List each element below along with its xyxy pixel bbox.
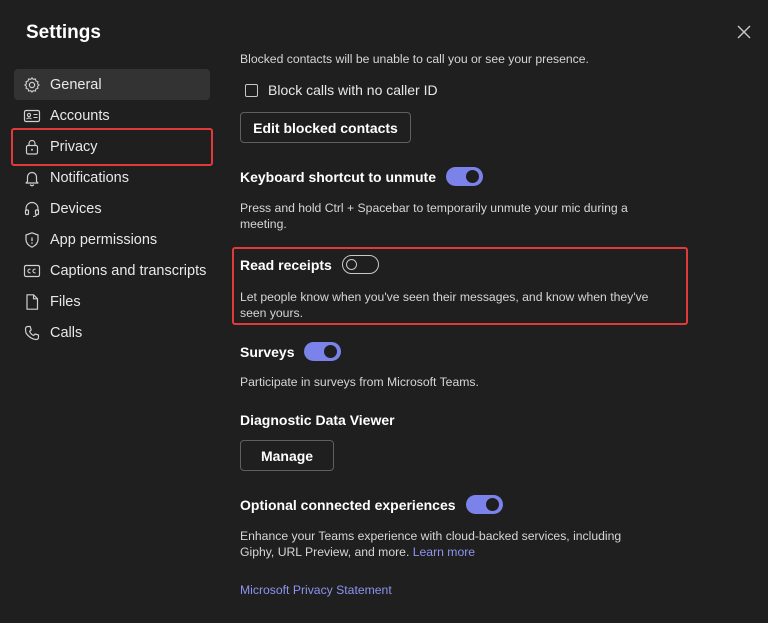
cc-icon <box>23 262 41 280</box>
sidebar-item-label: Calls <box>50 324 83 341</box>
phone-icon <box>23 324 41 342</box>
settings-sidebar: General Accounts Privacy Notifications D… <box>14 69 210 348</box>
privacy-statement-link[interactable]: Microsoft Privacy Statement <box>240 582 392 598</box>
page-title: Settings <box>26 22 101 43</box>
blocked-contacts-description: Blocked contacts will be unable to call … <box>240 52 589 66</box>
close-icon <box>737 25 751 39</box>
read-receipts-desc-line2: seen yours. <box>240 306 304 320</box>
optional-experiences-description: Enhance your Teams experience with cloud… <box>240 528 621 560</box>
sidebar-item-accounts[interactable]: Accounts <box>14 100 210 131</box>
shield-icon <box>23 231 41 249</box>
learn-more-link[interactable]: Learn more <box>413 545 475 559</box>
block-no-caller-id-label: Block calls with no caller ID <box>268 82 438 98</box>
diagnostic-data-viewer-heading: Diagnostic Data Viewer <box>240 412 395 428</box>
optional-experiences-row: Optional connected experiences <box>240 495 503 514</box>
keyboard-shortcut-desc-line1: Press and hold Ctrl + Spacebar to tempor… <box>240 201 628 215</box>
sidebar-item-label: Notifications <box>50 169 129 186</box>
surveys-toggle[interactable] <box>304 342 342 361</box>
keyboard-shortcut-heading: Keyboard shortcut to unmute <box>240 168 437 185</box>
sidebar-item-label: App permissions <box>50 231 158 248</box>
read-receipts-desc-line1: Let people know when you've seen their m… <box>240 290 649 304</box>
sidebar-item-calls[interactable]: Calls <box>14 317 210 348</box>
surveys-row: Surveys <box>240 342 342 361</box>
sidebar-item-notifications[interactable]: Notifications <box>14 162 210 193</box>
file-icon <box>23 293 41 311</box>
toggle-knob <box>466 170 480 183</box>
keyboard-shortcut-desc-line2: meeting. <box>240 217 287 231</box>
optional-desc-line1: Enhance your Teams experience with cloud… <box>240 529 622 543</box>
sidebar-item-general[interactable]: General <box>14 69 210 100</box>
surveys-heading: Surveys <box>240 343 295 360</box>
read-receipts-description: Let people know when you've seen their m… <box>240 289 648 321</box>
sidebar-item-label: Privacy <box>50 138 98 155</box>
sidebar-item-captions[interactable]: Captions and transcripts <box>14 255 210 286</box>
sidebar-item-label: Captions and transcripts <box>50 262 207 279</box>
sidebar-item-label: Accounts <box>50 107 110 124</box>
sidebar-item-files[interactable]: Files <box>14 286 210 317</box>
sidebar-item-app-permissions[interactable]: App permissions <box>14 224 210 255</box>
sidebar-item-label: Devices <box>50 200 102 217</box>
edit-blocked-contacts-button[interactable]: Edit blocked contacts <box>240 112 411 143</box>
bell-icon <box>23 169 41 187</box>
headset-icon <box>23 200 41 218</box>
read-receipts-heading: Read receipts <box>240 256 332 273</box>
toggle-knob <box>485 498 499 511</box>
read-receipts-toggle[interactable] <box>341 255 379 274</box>
read-receipts-row: Read receipts <box>240 255 379 274</box>
optional-experiences-toggle[interactable] <box>465 495 503 514</box>
id-card-icon <box>23 107 41 125</box>
surveys-description: Participate in surveys from Microsoft Te… <box>240 375 479 389</box>
optional-desc-line2-text: Giphy, URL Preview, and more. <box>240 545 410 559</box>
block-no-caller-id-checkbox[interactable] <box>245 83 258 97</box>
manage-button[interactable]: Manage <box>240 440 334 471</box>
keyboard-shortcut-description: Press and hold Ctrl + Spacebar to tempor… <box>240 200 628 232</box>
block-no-caller-id-row[interactable]: Block calls with no caller ID <box>245 82 438 98</box>
sidebar-item-label: Files <box>50 293 81 310</box>
sidebar-item-devices[interactable]: Devices <box>14 193 210 224</box>
optional-desc-line2: Giphy, URL Preview, and more. Learn more <box>240 544 621 560</box>
keyboard-shortcut-row: Keyboard shortcut to unmute <box>240 167 484 186</box>
toggle-knob <box>345 258 357 270</box>
keyboard-shortcut-toggle[interactable] <box>446 167 484 186</box>
toggle-knob <box>324 345 338 358</box>
optional-experiences-heading: Optional connected experiences <box>240 496 456 513</box>
sidebar-item-privacy[interactable]: Privacy <box>14 131 210 162</box>
sidebar-item-label: General <box>50 76 102 93</box>
close-button[interactable] <box>734 22 754 42</box>
lock-icon <box>23 138 41 156</box>
gear-icon <box>23 76 41 94</box>
